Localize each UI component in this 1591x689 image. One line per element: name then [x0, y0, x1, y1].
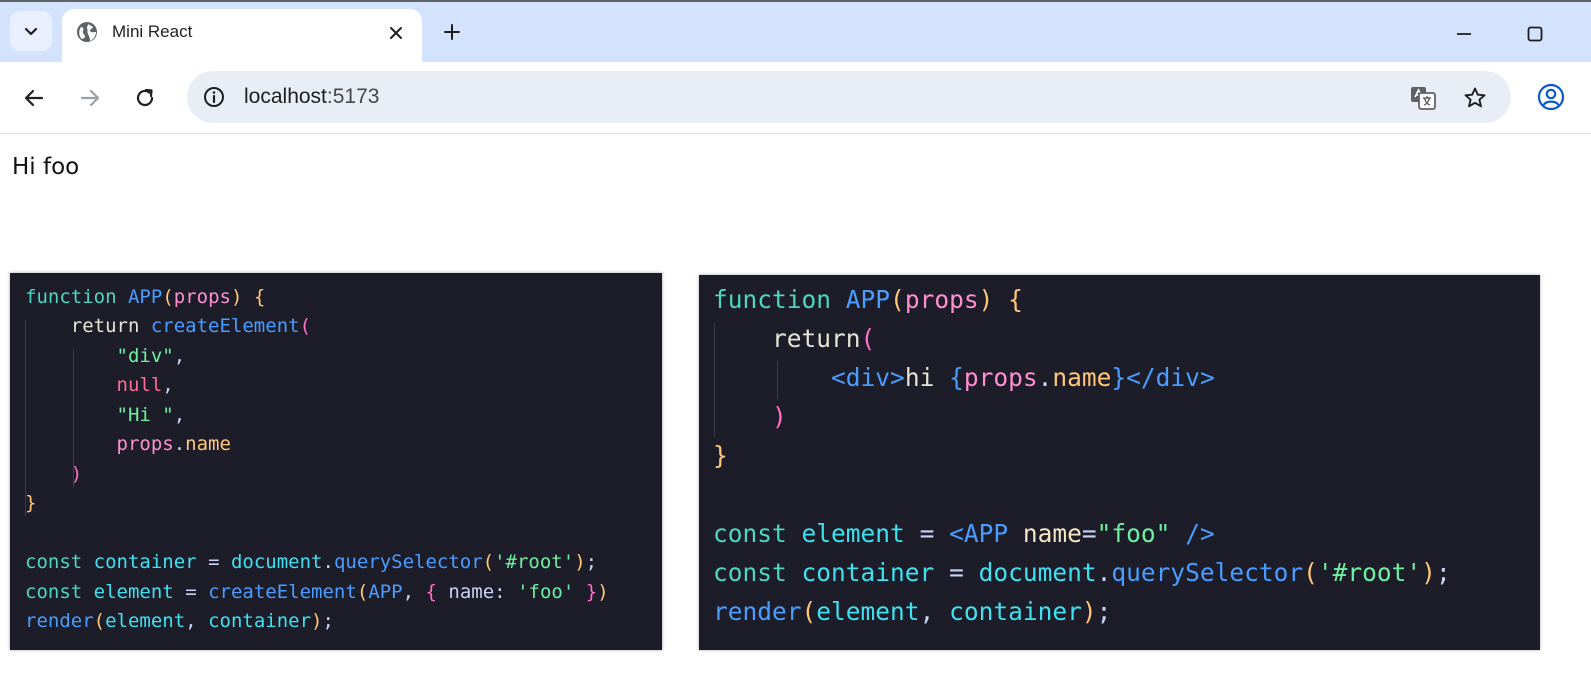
code-line: const container = document.querySelector… [25, 551, 598, 573]
new-tab-button[interactable] [438, 18, 466, 46]
close-icon [390, 27, 402, 39]
tab-close-button[interactable] [384, 21, 408, 45]
code-line: ) [772, 402, 787, 431]
tab-search-button[interactable] [10, 11, 52, 51]
code-line: ) [70, 463, 83, 485]
code-line: <div>hi {props.name}</div> [831, 363, 1215, 392]
browser-toolbar: localhost:5173 [0, 62, 1591, 134]
url-host: localhost [244, 85, 327, 108]
code-line: render(element, container); [25, 610, 334, 632]
tab-strip: Mini React [0, 0, 1591, 64]
forward-button[interactable] [74, 82, 106, 114]
code-line: null, [116, 374, 174, 396]
profile-icon [1537, 83, 1565, 111]
star-icon [1464, 87, 1486, 108]
address-bar[interactable]: localhost:5173 [187, 71, 1511, 123]
code-line: "Hi ", [116, 404, 186, 426]
back-arrow-icon [24, 89, 44, 107]
globe-icon [77, 22, 97, 42]
code-line: render(element, container); [713, 597, 1112, 626]
code-line: props.name [116, 433, 231, 455]
url-port: :5173 [326, 85, 380, 108]
code-line: } [713, 441, 728, 470]
code-line: "div", [116, 345, 186, 367]
forward-arrow-icon [80, 89, 100, 107]
code-line: } [25, 492, 37, 514]
code-line: const element = createElement(APP, { nam… [25, 581, 609, 603]
info-icon [204, 87, 224, 107]
maximize-icon [1527, 26, 1543, 42]
translate-icon [1411, 87, 1436, 110]
reload-icon [136, 88, 154, 107]
bookmark-button[interactable] [1461, 84, 1489, 112]
tab-title: Mini React [112, 22, 193, 41]
code-line: function APP(props) { [25, 286, 266, 308]
code-line: return( [772, 324, 876, 353]
plus-icon [444, 24, 460, 40]
rendered-output: Hi foo [12, 154, 80, 180]
minimize-icon [1457, 33, 1471, 35]
minimize-button[interactable] [1450, 20, 1478, 48]
code-line: function APP(props) { [713, 285, 1023, 314]
translate-button[interactable] [1409, 84, 1437, 112]
code-line: return createElement( [70, 315, 312, 337]
tab-search-icon [24, 27, 38, 36]
code-line: const container = document.querySelector… [713, 558, 1451, 587]
reload-button[interactable] [129, 82, 161, 114]
url-text[interactable]: localhost:5173 [244, 84, 379, 110]
code-line: const element = <APP name="foo" /> [713, 519, 1215, 548]
active-tab[interactable]: Mini React [62, 9, 422, 64]
back-button[interactable] [18, 82, 50, 114]
maximize-button[interactable] [1521, 20, 1549, 48]
profile-button[interactable] [1536, 82, 1566, 112]
site-info-button[interactable] [201, 84, 227, 110]
code-image-jsx: function APP(props) { return( <div>hi {p… [699, 275, 1540, 650]
code-image-create-element: function APP(props) { return createEleme… [10, 273, 662, 650]
